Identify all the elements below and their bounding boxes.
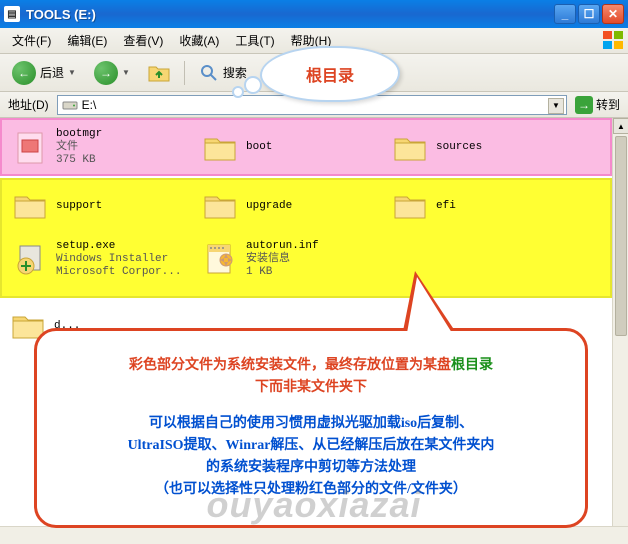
- titlebar: ▤ TOOLS (E:) _ ☐ ✕: [0, 0, 628, 28]
- file-text: efi: [436, 200, 456, 213]
- close-button[interactable]: ✕: [602, 4, 624, 24]
- minimize-button[interactable]: _: [554, 4, 576, 24]
- back-icon: ←: [12, 61, 36, 85]
- speech-line4: 的系统安装程序中剪切等方法处理: [63, 457, 559, 479]
- file-pane: bootmgr 文件 375 KB boot sources support u…: [0, 118, 628, 544]
- window-title: TOOLS (E:): [26, 7, 554, 22]
- drive-small-icon: [62, 99, 78, 111]
- forward-icon: →: [94, 61, 118, 85]
- forward-button[interactable]: → ▼: [88, 58, 136, 88]
- file-text: boot: [246, 141, 272, 154]
- file-item-efi[interactable]: efi: [382, 180, 572, 232]
- status-bar: [0, 526, 628, 544]
- file-item-setup[interactable]: setup.exe Windows Installer Microsoft Co…: [2, 232, 192, 287]
- folder-icon: [392, 188, 428, 224]
- zone-pink: bootmgr 文件 375 KB boot sources: [0, 118, 612, 176]
- menu-tools[interactable]: 工具(T): [227, 29, 282, 52]
- folder-icon: [202, 130, 238, 166]
- scroll-thumb[interactable]: [615, 136, 627, 336]
- menu-edit[interactable]: 编辑(E): [59, 29, 115, 52]
- file-text: support: [56, 200, 102, 213]
- go-label: 转到: [596, 96, 620, 113]
- address-value: E:\: [82, 98, 97, 112]
- up-folder-icon: [148, 64, 170, 82]
- file-text: setup.exe Windows Installer Microsoft Co…: [56, 240, 181, 279]
- menu-view[interactable]: 查看(V): [115, 29, 171, 52]
- speech-line5: （也可以选择性只处理粉红色部分的文件/文件夹）: [63, 479, 559, 501]
- vertical-scrollbar[interactable]: ▲ ▼: [612, 118, 628, 544]
- file-text: bootmgr 文件 375 KB: [56, 128, 102, 167]
- inf-icon: [202, 242, 238, 278]
- back-label: 后退: [40, 64, 64, 81]
- file-item-upgrade[interactable]: upgrade: [192, 180, 382, 232]
- maximize-button[interactable]: ☐: [578, 4, 600, 24]
- go-button[interactable]: → 转到: [571, 96, 624, 114]
- file-text: sources: [436, 141, 482, 154]
- folder-icon: [392, 130, 428, 166]
- scroll-up-icon[interactable]: ▲: [613, 118, 628, 134]
- file-item-autorun[interactable]: autorun.inf 安装信息 1 KB: [192, 232, 382, 287]
- file-text: autorun.inf 安装信息 1 KB: [246, 240, 319, 279]
- file-item-sources[interactable]: sources: [382, 120, 572, 175]
- file-item-support[interactable]: support: [2, 180, 192, 232]
- folder-icon: [12, 188, 48, 224]
- speech-line1: 彩色部分文件为系统安装文件，最终存放位置为某盘根目录下而非某文件夹下: [63, 355, 559, 399]
- search-icon: [199, 63, 219, 83]
- menu-file[interactable]: 文件(F): [4, 29, 59, 52]
- file-item-boot[interactable]: boot: [192, 120, 382, 175]
- annotation-bubble: 根目录: [260, 46, 400, 102]
- windows-logo-icon: [602, 30, 624, 50]
- zone-yellow: support upgrade efi setup.exe Windows In…: [0, 178, 612, 298]
- back-button[interactable]: ← 后退 ▼: [6, 58, 82, 88]
- file-item-bootmgr[interactable]: bootmgr 文件 375 KB: [2, 120, 192, 175]
- menu-favorites[interactable]: 收藏(A): [171, 29, 227, 52]
- file-text: upgrade: [246, 200, 292, 213]
- toolbar: ← 后退 ▼ → ▼ 搜索 根目录: [0, 54, 628, 92]
- search-label: 搜索: [223, 64, 247, 81]
- speech-line2: 可以根据自己的使用习惯用虚拟光驱加载iso后复制、: [63, 413, 559, 435]
- address-label: 地址(D): [4, 96, 53, 113]
- address-dropdown-icon[interactable]: ▼: [548, 98, 564, 114]
- folder-icon: [202, 188, 238, 224]
- speech-line3: UltraISO提取、Winrar解压、从已经解压后放在某文件夹内: [63, 435, 559, 457]
- installer-icon: [12, 242, 48, 278]
- annotation-speech: 彩色部分文件为系统安装文件，最终存放位置为某盘根目录下而非某文件夹下 可以根据自…: [34, 328, 588, 528]
- file-icon: [12, 130, 48, 166]
- drive-icon: ▤: [4, 6, 20, 22]
- window-controls: _ ☐ ✕: [554, 4, 624, 24]
- back-dropdown-icon[interactable]: ▼: [68, 68, 76, 77]
- forward-dropdown-icon[interactable]: ▼: [122, 68, 130, 77]
- up-button[interactable]: [142, 61, 176, 85]
- separator: [184, 61, 185, 85]
- go-arrow-icon: →: [575, 96, 593, 114]
- bubble-text: 根目录: [306, 62, 354, 86]
